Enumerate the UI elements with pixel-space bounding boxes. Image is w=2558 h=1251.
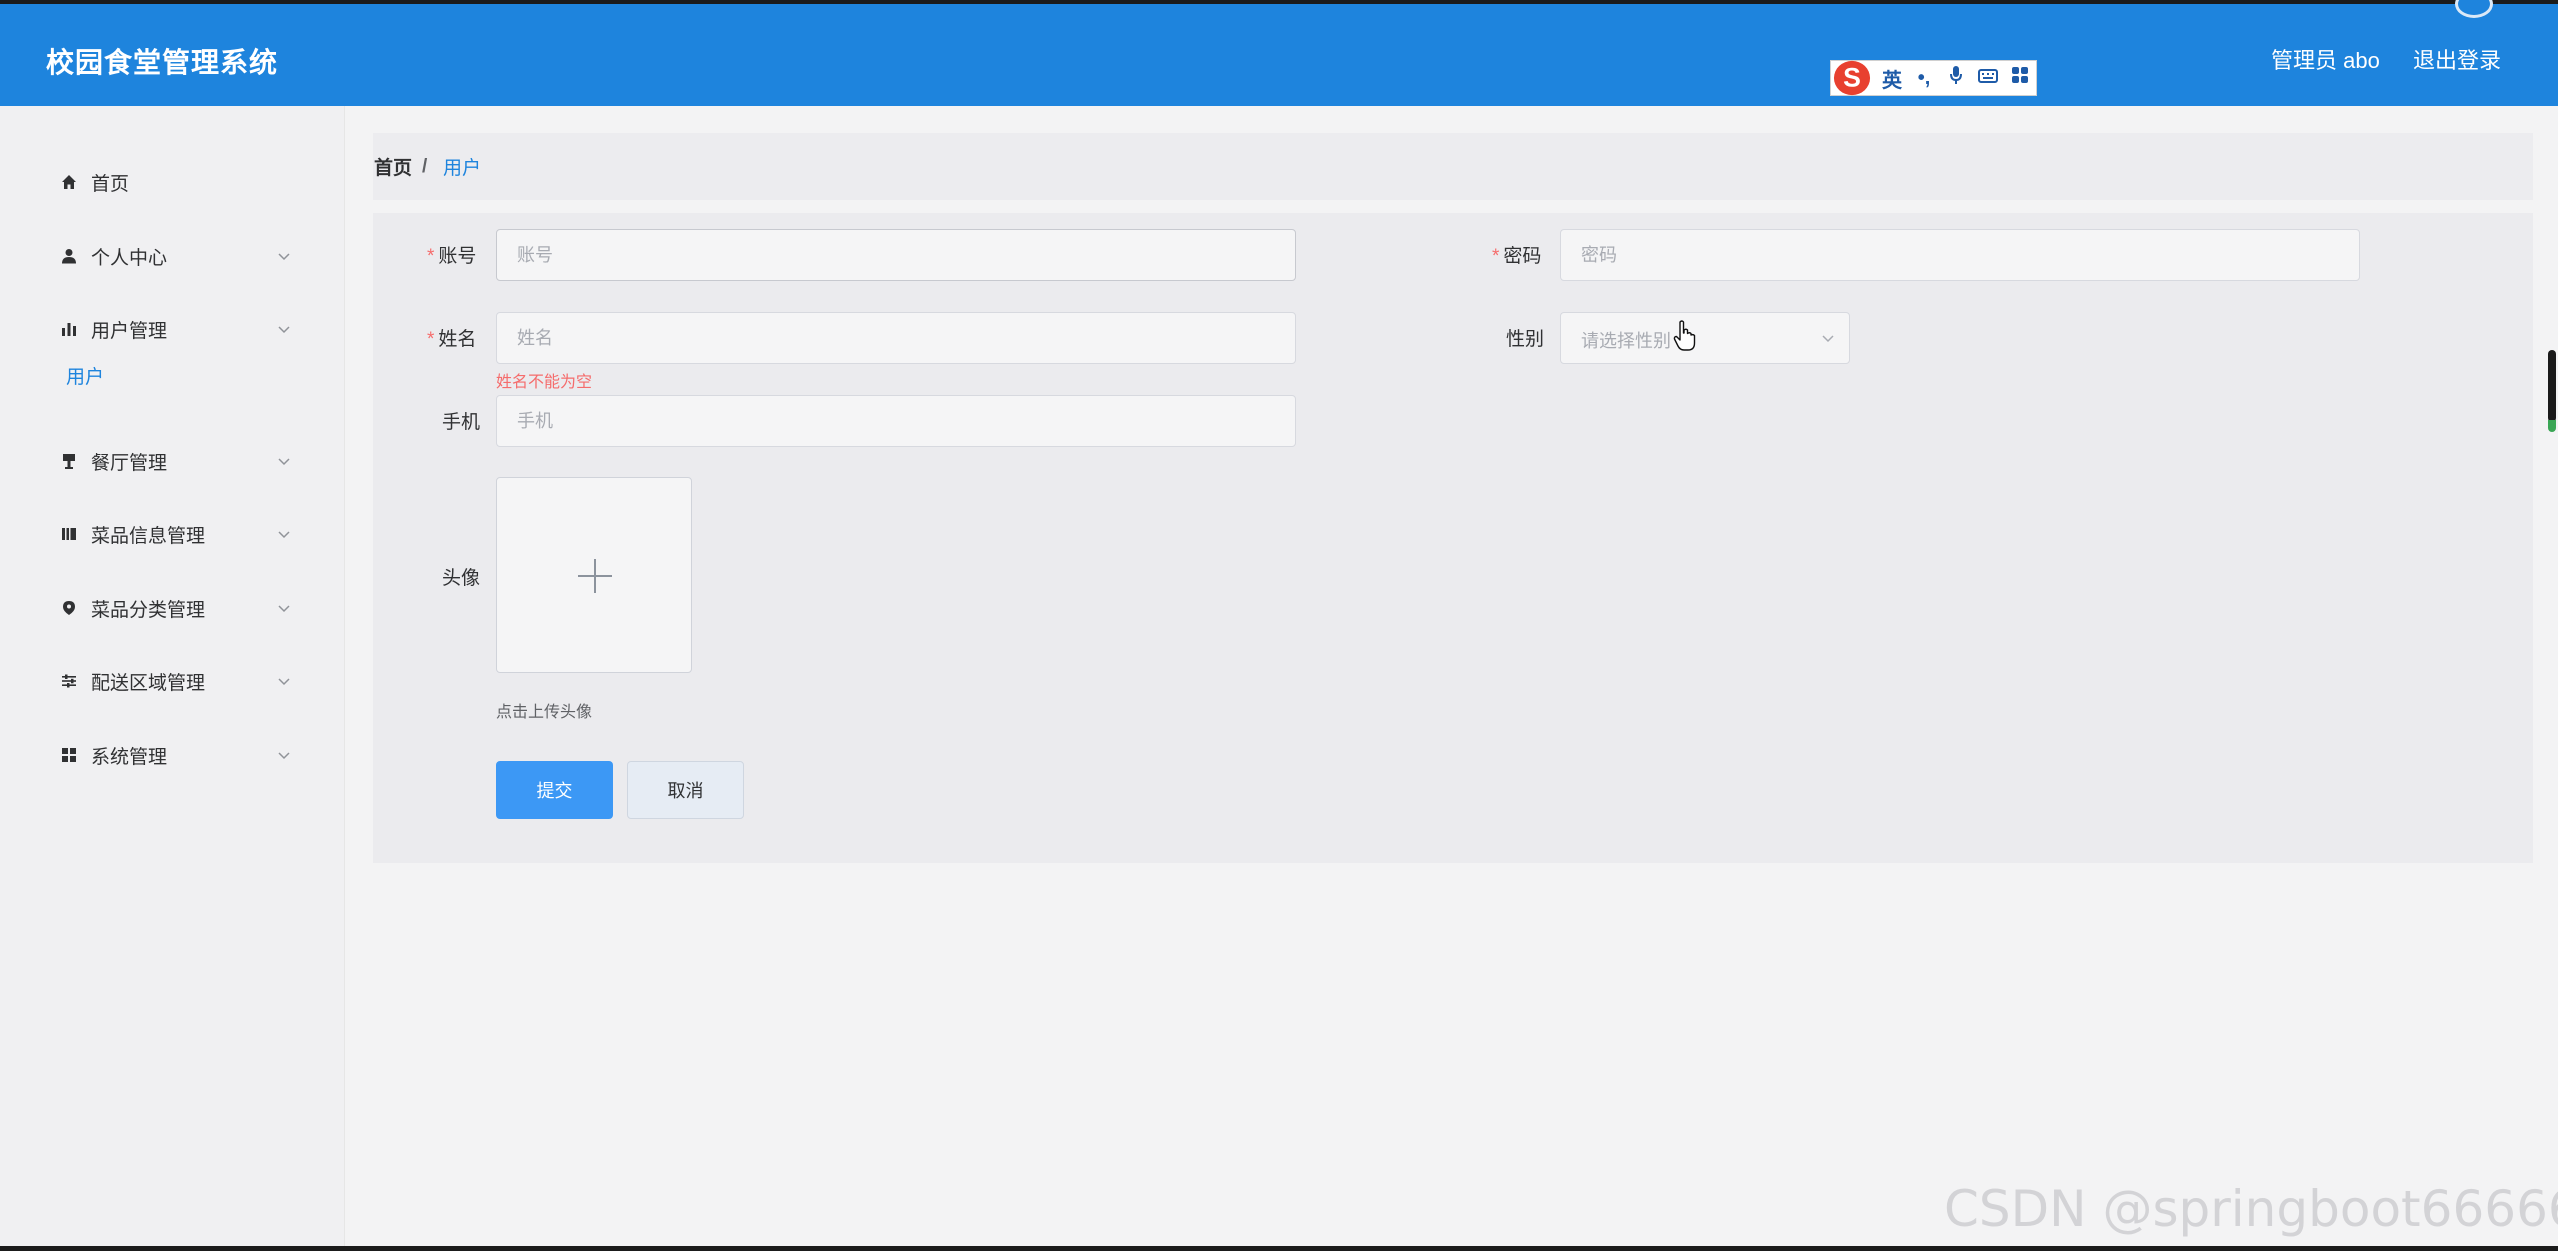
name-label: * 姓名 — [427, 329, 477, 350]
sidebar-item-label: 配送区域管理 — [91, 672, 206, 694]
password-input[interactable] — [1560, 229, 2360, 281]
sliders-icon — [60, 672, 78, 690]
breadcrumb-home-link[interactable]: 首页 — [374, 153, 412, 180]
ime-logo-icon[interactable]: S — [1833, 60, 1871, 96]
account-input[interactable] — [496, 229, 1296, 281]
ime-punctuation-toggle[interactable]: •, — [1913, 67, 1935, 90]
sidebar-item-label: 用户管理 — [91, 320, 168, 342]
name-input[interactable] — [496, 312, 1296, 364]
name-error-message: 姓名不能为空 — [496, 374, 593, 391]
gender-select-placeholder: 请选择性别 — [1581, 331, 1671, 351]
sidebar: 首页 个人中心 用户管理 用户 餐厅管理 菜品信息管理 菜品分类管理 配送区域管… — [0, 106, 345, 1247]
sidebar-item-dish-category-management[interactable]: 菜品分类管理 — [0, 588, 345, 628]
home-icon — [60, 173, 78, 191]
sidebar-item-label: 个人中心 — [91, 247, 168, 269]
page-scrollbar[interactable] — [2546, 350, 2558, 432]
phone-input[interactable] — [496, 395, 1296, 447]
book-icon — [60, 525, 78, 543]
sidebar-item-restaurant-management[interactable]: 餐厅管理 — [0, 441, 345, 481]
location-pin-icon — [60, 599, 78, 617]
mic-icon[interactable] — [1945, 65, 1967, 91]
breadcrumb-separator: / — [422, 155, 428, 177]
window-bottom-edge — [0, 1246, 2558, 1251]
chevron-down-icon — [278, 605, 290, 613]
grid-icon — [60, 746, 78, 764]
chevron-down-icon — [278, 326, 290, 334]
watermark: CSDN @springboot666666 — [1944, 1180, 2558, 1238]
avatar-label: 头像 — [442, 568, 481, 589]
chevron-down-icon — [278, 253, 290, 261]
phone-label: 手机 — [442, 412, 481, 433]
current-user-label: 管理员 abo — [2271, 48, 2380, 73]
sidebar-item-label: 菜品信息管理 — [91, 525, 206, 547]
plus-icon — [578, 559, 612, 593]
ime-grid-icon[interactable] — [2009, 66, 2031, 90]
avatar-upload-hint: 点击上传头像 — [496, 704, 593, 721]
chevron-down-icon — [278, 752, 290, 760]
chevron-down-icon — [278, 678, 290, 686]
sidebar-item-label: 餐厅管理 — [91, 452, 168, 474]
restaurant-icon — [60, 452, 78, 470]
user-icon — [60, 247, 78, 265]
breadcrumb-current: 用户 — [443, 158, 482, 179]
password-label: * 密码 — [1492, 246, 1542, 267]
ime-toolbar[interactable]: S 英 •, — [1830, 60, 2037, 96]
avatar-uploader[interactable] — [496, 477, 692, 673]
sidebar-item-dish-info-management[interactable]: 菜品信息管理 — [0, 514, 345, 554]
sidebar-item-label: 系统管理 — [91, 746, 168, 768]
chevron-down-icon — [1822, 335, 1834, 343]
sidebar-item-label: 菜品分类管理 — [91, 599, 206, 621]
app-title: 校园食堂管理系统 — [46, 47, 279, 78]
breadcrumb: 首页 / 用户 — [373, 133, 2533, 200]
hand-cursor-icon — [1673, 320, 1696, 351]
bar-chart-icon — [60, 320, 78, 338]
cancel-button[interactable]: 取消 — [627, 761, 744, 819]
sidebar-item-personal-center[interactable]: 个人中心 — [0, 236, 345, 276]
keyboard-icon[interactable] — [1977, 67, 1999, 90]
sidebar-item-home[interactable]: 首页 — [0, 162, 345, 202]
submit-button[interactable]: 提交 — [496, 761, 613, 819]
account-label: * 账号 — [427, 246, 477, 267]
scrollbar-thumb[interactable] — [2548, 350, 2556, 422]
top-header: 校园食堂管理系统 管理员 abo 退出登录 — [0, 0, 2558, 106]
scrollbar-indicator — [2548, 420, 2556, 432]
gender-label: 性别 — [1506, 329, 1545, 350]
logout-link[interactable]: 退出登录 — [2413, 43, 2501, 75]
sidebar-item-user-management[interactable]: 用户管理 — [0, 309, 345, 349]
chevron-down-icon — [278, 458, 290, 466]
gender-select[interactable]: 请选择性别 — [1560, 312, 1850, 364]
sidebar-item-delivery-area-management[interactable]: 配送区域管理 — [0, 661, 345, 701]
sidebar-item-system-management[interactable]: 系统管理 — [0, 735, 345, 775]
user-form: *账号 *密码 *姓名 姓名不能为空 性别 请选择性别 手机 头像 点击上传头像… — [373, 213, 2533, 863]
ime-language-toggle[interactable]: 英 — [1881, 64, 1903, 93]
sidebar-item-label: 首页 — [91, 173, 130, 195]
avatar[interactable] — [2455, 0, 2493, 18]
sidebar-subitem-user[interactable]: 用户 — [66, 362, 104, 389]
chevron-down-icon — [278, 531, 290, 539]
